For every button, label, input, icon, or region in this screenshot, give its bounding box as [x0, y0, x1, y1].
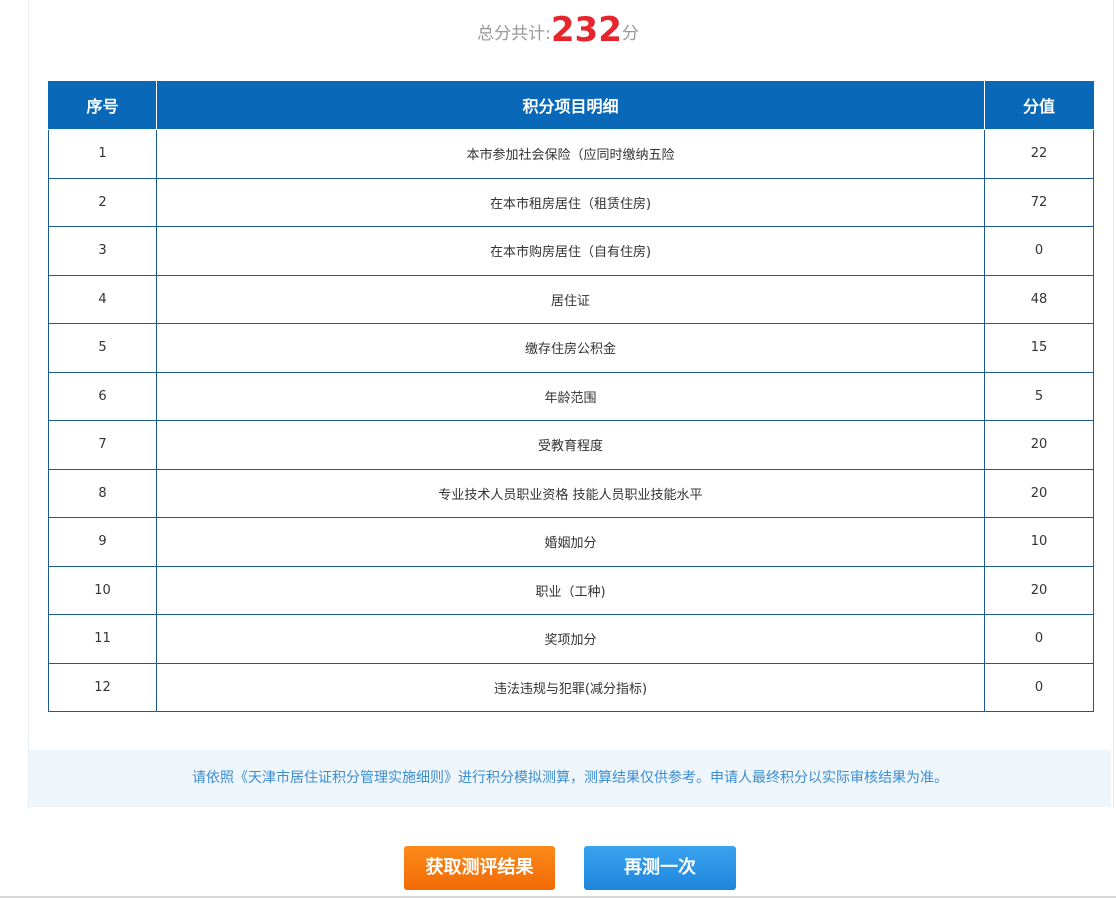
- row-no: 9: [48, 517, 157, 567]
- table-row: 9 婚姻加分 10: [48, 517, 1094, 567]
- row-score: 15: [984, 323, 1094, 373]
- score-table: 序号 积分项目明细 分值 1 本市参加社会保险（应同时缴纳五险 22 2 在本市租房居…: [48, 81, 1094, 712]
- total-value: 232: [550, 10, 622, 50]
- table-row: 6 年龄范围 5: [48, 371, 1094, 421]
- row-score: 48: [984, 274, 1094, 324]
- row-item: 奖项加分: [156, 614, 985, 664]
- row-score: 10: [984, 517, 1094, 567]
- row-no: 6: [48, 371, 157, 421]
- row-item: 居住证: [156, 274, 985, 324]
- table-row: 10 职业（工种) 20: [48, 565, 1094, 615]
- row-score: 20: [984, 565, 1094, 615]
- row-score: 20: [984, 468, 1094, 518]
- header-score: 分值: [984, 81, 1094, 130]
- table-row: 8 专业技术人员职业资格 技能人员职业技能水平 20: [48, 468, 1094, 518]
- table-row: 12 违法违规与犯罪(减分指标) 0: [48, 662, 1094, 712]
- get-result-button[interactable]: 获取测评结果: [404, 846, 555, 890]
- disclaimer-notice: 请依照《天津市居住证积分管理实施细则》进行积分模拟测算，测算结果仅供参考。申请人…: [29, 750, 1111, 807]
- table-row: 1 本市参加社会保险（应同时缴纳五险 22: [48, 129, 1094, 179]
- total-prefix: 总分共计:: [477, 24, 551, 44]
- row-item: 本市参加社会保险（应同时缴纳五险: [156, 129, 985, 179]
- row-score: 0: [984, 226, 1094, 276]
- row-no: 3: [48, 226, 157, 276]
- row-score: 0: [984, 662, 1094, 712]
- row-no: 12: [48, 662, 157, 712]
- row-no: 11: [48, 614, 157, 664]
- row-item: 职业（工种): [156, 565, 985, 615]
- row-score: 22: [984, 129, 1094, 179]
- row-no: 7: [48, 420, 157, 470]
- row-item: 缴存住房公积金: [156, 323, 985, 373]
- header-item: 积分项目明细: [156, 81, 985, 130]
- row-score: 72: [984, 177, 1094, 227]
- row-score: 5: [984, 371, 1094, 421]
- table-row: 3 在本市购房居住（自有住房) 0: [48, 226, 1094, 276]
- table-row: 4 居住证 48: [48, 274, 1094, 324]
- row-item: 专业技术人员职业资格 技能人员职业技能水平: [156, 468, 985, 518]
- row-item: 违法违规与犯罪(减分指标): [156, 662, 985, 712]
- table-header-row: 序号 积分项目明细 分值: [48, 81, 1094, 130]
- header-no: 序号: [48, 81, 157, 130]
- row-no: 2: [48, 177, 157, 227]
- retry-button[interactable]: 再测一次: [584, 846, 736, 890]
- row-no: 4: [48, 274, 157, 324]
- total-score: 总分共计:232分: [0, 0, 1116, 60]
- row-score: 20: [984, 420, 1094, 470]
- table-row: 2 在本市租房居住（租赁住房) 72: [48, 177, 1094, 227]
- table-row: 11 奖项加分 0: [48, 614, 1094, 664]
- row-item: 受教育程度: [156, 420, 985, 470]
- row-item: 在本市租房居住（租赁住房): [156, 177, 985, 227]
- row-score: 0: [984, 614, 1094, 664]
- row-no: 1: [48, 129, 157, 179]
- total-suffix: 分: [621, 24, 639, 44]
- table-row: 5 缴存住房公积金 15: [48, 323, 1094, 373]
- row-no: 10: [48, 565, 157, 615]
- row-no: 5: [48, 323, 157, 373]
- row-no: 8: [48, 468, 157, 518]
- table-row: 7 受教育程度 20: [48, 420, 1094, 470]
- row-item: 婚姻加分: [156, 517, 985, 567]
- row-item: 年龄范围: [156, 371, 985, 421]
- row-item: 在本市购房居住（自有住房): [156, 226, 985, 276]
